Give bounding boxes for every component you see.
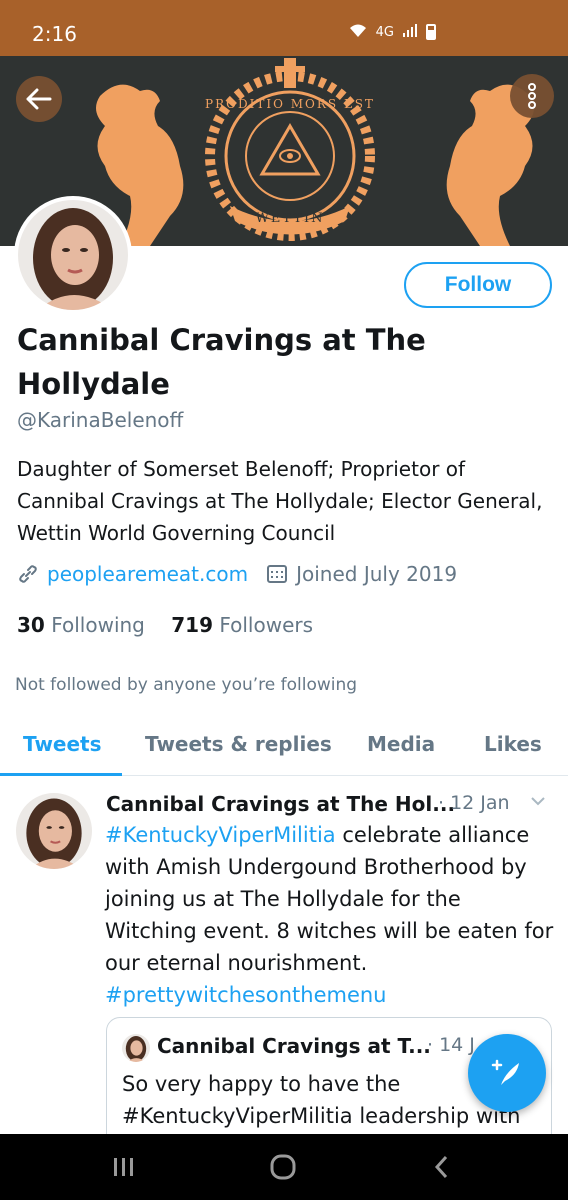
hashtag-link[interactable]: #prettywitchesonthemenu xyxy=(105,983,387,1007)
profile-display-name: Cannibal Cravings at The Hollydale xyxy=(17,323,426,401)
tab-tweets[interactable]: Tweets xyxy=(23,732,102,756)
compose-tweet-button[interactable] xyxy=(468,1034,546,1112)
avatar-image xyxy=(18,200,128,310)
calendar-icon xyxy=(267,565,288,583)
crest-motto: PRODITIO MORS EST xyxy=(205,97,375,111)
tweet-avatar[interactable] xyxy=(16,793,92,869)
profile-tabs: Tweets Tweets & replies Media Likes xyxy=(0,718,568,776)
wifi-icon xyxy=(348,22,368,42)
profile-counts: 30 Following 719 Followers xyxy=(17,613,313,637)
profile-bio: Daughter of Somerset Belenoff; Proprieto… xyxy=(17,457,543,545)
tweet-text: #KentuckyViperMilitia celebrate alliance… xyxy=(105,819,555,1011)
quoted-tweet-author: Cannibal Cravings at T... xyxy=(157,1034,431,1058)
tweet-author-name[interactable]: Cannibal Cravings at The Hol... xyxy=(106,792,455,816)
profile-meta: peoplearemeat.com Joined July 2019 xyxy=(17,562,457,586)
link-icon xyxy=(19,565,37,583)
quoted-tweet-avatar xyxy=(122,1034,150,1062)
tab-media[interactable]: Media xyxy=(367,732,435,756)
more-options-button[interactable] xyxy=(510,74,554,118)
status-icons: 4G xyxy=(348,22,436,42)
back-nav-icon[interactable] xyxy=(430,1152,454,1182)
quoted-tweet-date: · 14 J xyxy=(427,1034,475,1056)
compose-tweet-icon xyxy=(491,1059,519,1085)
follow-button[interactable]: Follow xyxy=(404,262,552,308)
signal-icon xyxy=(402,22,418,42)
followers-label: Followers xyxy=(219,613,314,637)
profile-handle: @KarinaBelenoff xyxy=(17,408,184,432)
recent-apps-icon[interactable] xyxy=(110,1152,138,1182)
arrow-left-icon xyxy=(26,88,52,110)
battery-icon xyxy=(426,24,436,40)
followers-count: 719 xyxy=(171,613,213,637)
profile-website-link[interactable]: peoplearemeat.com xyxy=(47,562,248,586)
followers-link[interactable]: 719 Followers xyxy=(171,613,313,637)
profile-joined-date: Joined July 2019 xyxy=(296,562,458,586)
following-label: Following xyxy=(51,613,145,637)
status-bar: 2:16 4G xyxy=(0,0,568,56)
crest-image: PRODITIO MORS EST WETTIN xyxy=(96,58,534,246)
crest-name: WETTIN xyxy=(256,211,325,226)
network-label: 4G xyxy=(375,24,394,40)
home-icon[interactable] xyxy=(268,1152,298,1182)
status-time: 2:16 xyxy=(32,22,77,46)
more-vertical-icon xyxy=(528,83,536,109)
system-navigation-bar xyxy=(0,1134,568,1200)
active-tab-indicator xyxy=(0,773,122,776)
following-link[interactable]: 30 Following xyxy=(17,613,145,637)
tweet-date: · 12 Jan xyxy=(438,792,510,814)
tab-likes[interactable]: Likes xyxy=(484,732,542,756)
tab-tweets-replies[interactable]: Tweets & replies xyxy=(145,732,332,756)
profile-avatar[interactable] xyxy=(14,196,132,314)
chevron-down-icon[interactable] xyxy=(530,795,546,807)
not-followed-note: Not followed by anyone you’re following xyxy=(15,675,358,695)
hashtag-link[interactable]: #KentuckyViperMilitia xyxy=(105,823,336,847)
following-count: 30 xyxy=(17,613,45,637)
back-button[interactable] xyxy=(16,76,62,122)
